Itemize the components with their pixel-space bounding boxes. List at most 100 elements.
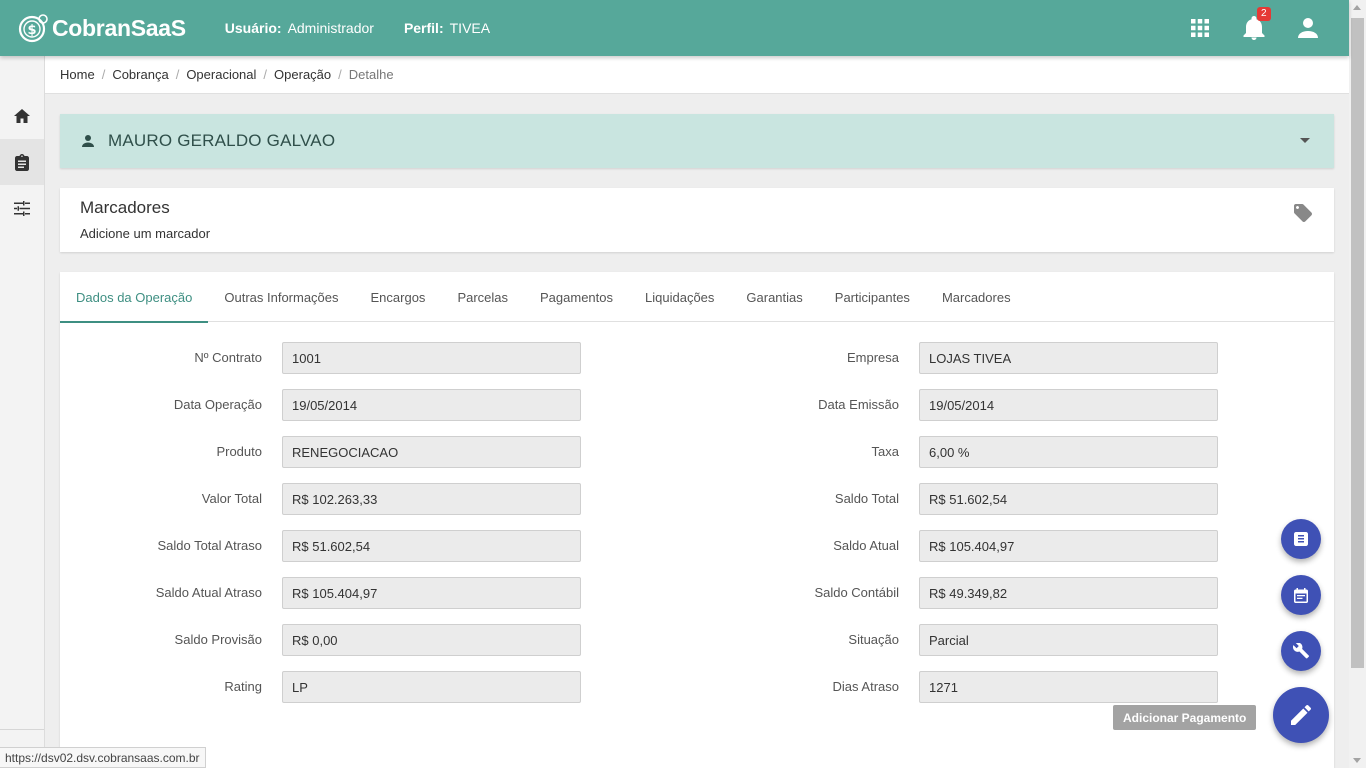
breadcrumb-separator: / (263, 67, 268, 82)
person-icon (82, 135, 94, 147)
contract-number-field[interactable]: 1001 (282, 342, 581, 374)
svg-text:$: $ (27, 23, 36, 38)
field-label: Empresa (846, 350, 899, 365)
sidebar (0, 56, 45, 768)
tab-outras-informacoes[interactable]: Outras Informações (208, 272, 354, 322)
wrench-icon (1293, 643, 1309, 659)
status-field[interactable]: Parcial (919, 624, 1218, 656)
profile-info: Perfil: TIVEA (404, 20, 490, 36)
scrollbar-thumb[interactable] (1351, 18, 1364, 668)
home-icon (14, 109, 30, 123)
user-value: Administrador (287, 20, 374, 36)
scroll-down-icon[interactable] (1353, 758, 1361, 763)
profile-label: Perfil: (403, 20, 444, 36)
breadcrumb-operacional[interactable]: Operacional (186, 67, 256, 82)
apps-grid-icon (1191, 19, 1209, 37)
field-label: Saldo Total Atraso (157, 538, 262, 553)
sliders-icon (14, 200, 30, 216)
account-button[interactable] (1281, 0, 1335, 56)
field-label: Nº Contrato (194, 350, 262, 365)
tab-encargos[interactable]: Encargos (355, 272, 442, 322)
sidebar-item-home[interactable] (0, 93, 44, 139)
field-label: Saldo Atual (833, 538, 899, 553)
browser-status-url: https://dsv02.dsv.cobransaas.com.br (0, 747, 206, 768)
add-payment-tooltip: Adicionar Pagamento (1113, 705, 1257, 730)
provision-balance-field[interactable]: R$ 0,00 (282, 624, 581, 656)
top-app-bar: $ CobranSaaS Usuário: Administrador Perf… (0, 0, 1349, 56)
brand[interactable]: $ CobranSaaS (18, 12, 186, 44)
chevron-down-icon[interactable] (1300, 138, 1310, 143)
sidebar-divider (0, 729, 44, 730)
tab-pagamentos[interactable]: Pagamentos (524, 272, 629, 322)
accounting-balance-field[interactable]: R$ 49.349,82 (919, 577, 1218, 609)
company-field[interactable]: LOJAS TIVEA (919, 342, 1218, 374)
breadcrumb-detalhe: Detalhe (348, 67, 394, 82)
calendar-icon (1294, 587, 1308, 603)
tab-parcelas[interactable]: Parcelas (441, 272, 524, 322)
rating-field[interactable]: LP (282, 671, 581, 703)
scroll-up-icon[interactable] (1353, 5, 1361, 10)
user-info: Usuário: Administrador (225, 20, 374, 36)
tab-participantes[interactable]: Participantes (819, 272, 926, 322)
operation-date-field[interactable]: 19/05/2014 (282, 389, 581, 421)
field-label: Rating (224, 679, 262, 694)
field-label: Dias Atraso (832, 679, 899, 694)
breadcrumb-operacao[interactable]: Operação (274, 67, 331, 82)
field-label: Produto (216, 444, 262, 459)
field-label: Saldo Contábil (814, 585, 899, 600)
breadcrumb-separator: / (338, 67, 342, 82)
document-fab-button[interactable] (1281, 519, 1321, 559)
notification-badge: 2 (1257, 7, 1271, 21)
clipboard-icon (15, 153, 29, 171)
overdue-total-balance-field[interactable]: R$ 51.602,54 (282, 530, 581, 562)
client-name: MAURO GERALDO GALVAO (108, 131, 336, 150)
days-overdue-field[interactable]: 1271 (919, 671, 1218, 703)
calendar-fab-button[interactable] (1281, 575, 1321, 615)
total-value-field[interactable]: R$ 102.263,33 (282, 483, 581, 515)
brand-name: CobranSaaS (52, 14, 186, 41)
breadcrumb-cobranca[interactable]: Cobrança (112, 67, 168, 82)
tab-marcadores[interactable]: Marcadores (926, 272, 1027, 322)
field-label: Data Operação (173, 397, 262, 412)
sidebar-item-operations[interactable] (0, 139, 44, 185)
field-label: Situação (848, 632, 899, 647)
sidebar-item-settings[interactable] (0, 185, 44, 231)
pencil-icon (1291, 705, 1311, 725)
tag-icon[interactable] (1294, 204, 1312, 227)
page-scrollbar[interactable] (1349, 0, 1366, 768)
product-field[interactable]: RENEGOCIACAO (282, 436, 581, 468)
profile-value: TIVEA (449, 20, 491, 36)
tab-bar: Dados da Operação Outras Informações Enc… (60, 272, 1334, 323)
operation-details-card: Dados da Operação Outras Informações Enc… (60, 272, 1334, 768)
tools-fab-button[interactable] (1281, 631, 1321, 671)
field-label: Taxa (871, 444, 899, 459)
current-balance-field[interactable]: R$ 105.404,97 (919, 530, 1218, 562)
field-label: Saldo Total (834, 491, 899, 506)
field-label: Saldo Atual Atraso (155, 585, 262, 600)
issue-date-field[interactable]: 19/05/2014 (919, 389, 1218, 421)
field-label: Valor Total (201, 491, 262, 506)
breadcrumb: Home / Cobrança / Operacional / Operação… (45, 56, 1349, 94)
tab-liquidacoes[interactable]: Liquidações (629, 272, 730, 322)
document-icon (1294, 532, 1308, 546)
apps-button[interactable] (1173, 0, 1227, 56)
overdue-current-balance-field[interactable]: R$ 105.404,97 (282, 577, 581, 609)
breadcrumb-separator: / (175, 67, 180, 82)
field-label: Saldo Provisão (174, 632, 262, 647)
breadcrumb-home[interactable]: Home (60, 67, 95, 82)
markers-title: Marcadores (80, 198, 170, 217)
edit-fab-button[interactable] (1273, 687, 1329, 743)
account-icon (1298, 18, 1318, 38)
total-balance-field[interactable]: R$ 51.602,54 (919, 483, 1218, 515)
tab-garantias[interactable]: Garantias (730, 272, 818, 322)
breadcrumb-separator: / (101, 67, 106, 82)
rate-field[interactable]: 6,00 % (919, 436, 1218, 468)
markers-card: Marcadores Adicione um marcador (60, 188, 1334, 252)
user-label: Usuário: (224, 20, 282, 36)
field-label: Data Emissão (818, 397, 899, 412)
logo-icon: $ (18, 14, 48, 43)
add-marker-link[interactable]: Adicione um marcador (80, 226, 210, 241)
notifications-button[interactable]: 2 (1227, 0, 1281, 56)
client-panel-header[interactable]: MAURO GERALDO GALVAO (60, 114, 1334, 168)
tab-dados-operacao[interactable]: Dados da Operação (60, 272, 209, 323)
